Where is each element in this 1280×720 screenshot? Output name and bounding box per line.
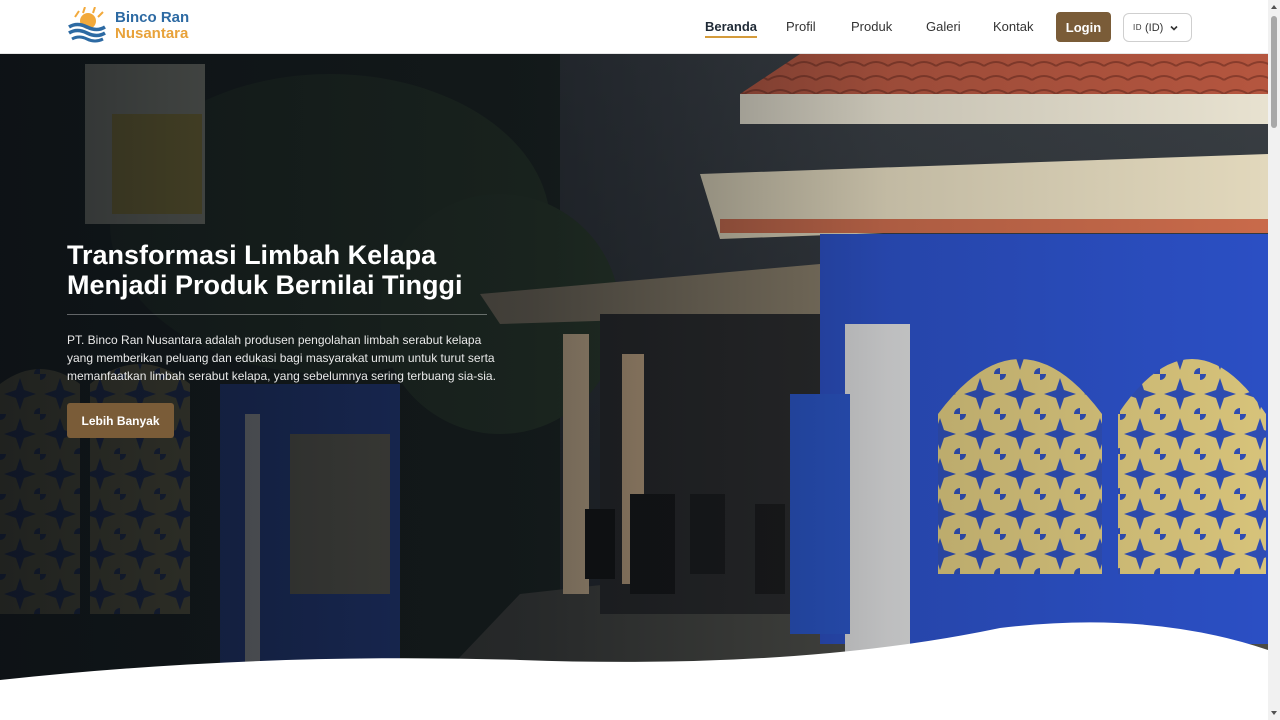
hero-title: Transformasi Limbah Kelapa Menjadi Produ… [67,240,587,300]
learn-more-button[interactable]: Lebih Banyak [67,403,174,438]
page-scrollbar[interactable] [1268,0,1280,720]
language-label: (ID) [1145,21,1164,34]
brand-logo-link[interactable]: Binco Ran Nusantara [67,6,190,45]
hero-description: PT. Binco Ran Nusantara adalah produsen … [67,333,496,383]
language-select[interactable]: ID (ID) [1123,13,1192,42]
nav-link-galeri[interactable]: Galeri [926,19,961,34]
nav-link-profil[interactable]: Profil [786,19,816,34]
scroll-up-arrow-icon[interactable] [1270,3,1278,11]
login-button[interactable]: Login [1056,12,1111,42]
language-code: ID [1133,23,1142,32]
hero-title-line2: Menjadi Produk Bernilai Tinggi [67,270,463,300]
chevron-down-icon [1170,25,1178,31]
nav-link-beranda[interactable]: Beranda [705,19,758,38]
hero-divider [67,314,487,315]
hero-title-line1: Transformasi Limbah Kelapa [67,240,437,270]
nav-link-kontak[interactable]: Kontak [993,19,1033,34]
nav-link-produk[interactable]: Produk [851,19,892,34]
brand-name-line2: Nusantara [115,25,189,42]
hero-bottom-wave [0,622,1268,720]
hero-section: Transformasi Limbah Kelapa Menjadi Produ… [0,54,1268,720]
sun-waves-logo-icon [67,6,107,45]
brand-name-line1: Binco Ran [115,9,190,26]
scrollbar-thumb[interactable] [1271,16,1277,128]
scroll-down-arrow-icon[interactable] [1270,709,1278,717]
top-navbar: Binco Ran Nusantara Beranda Profil Produ… [0,0,1268,54]
